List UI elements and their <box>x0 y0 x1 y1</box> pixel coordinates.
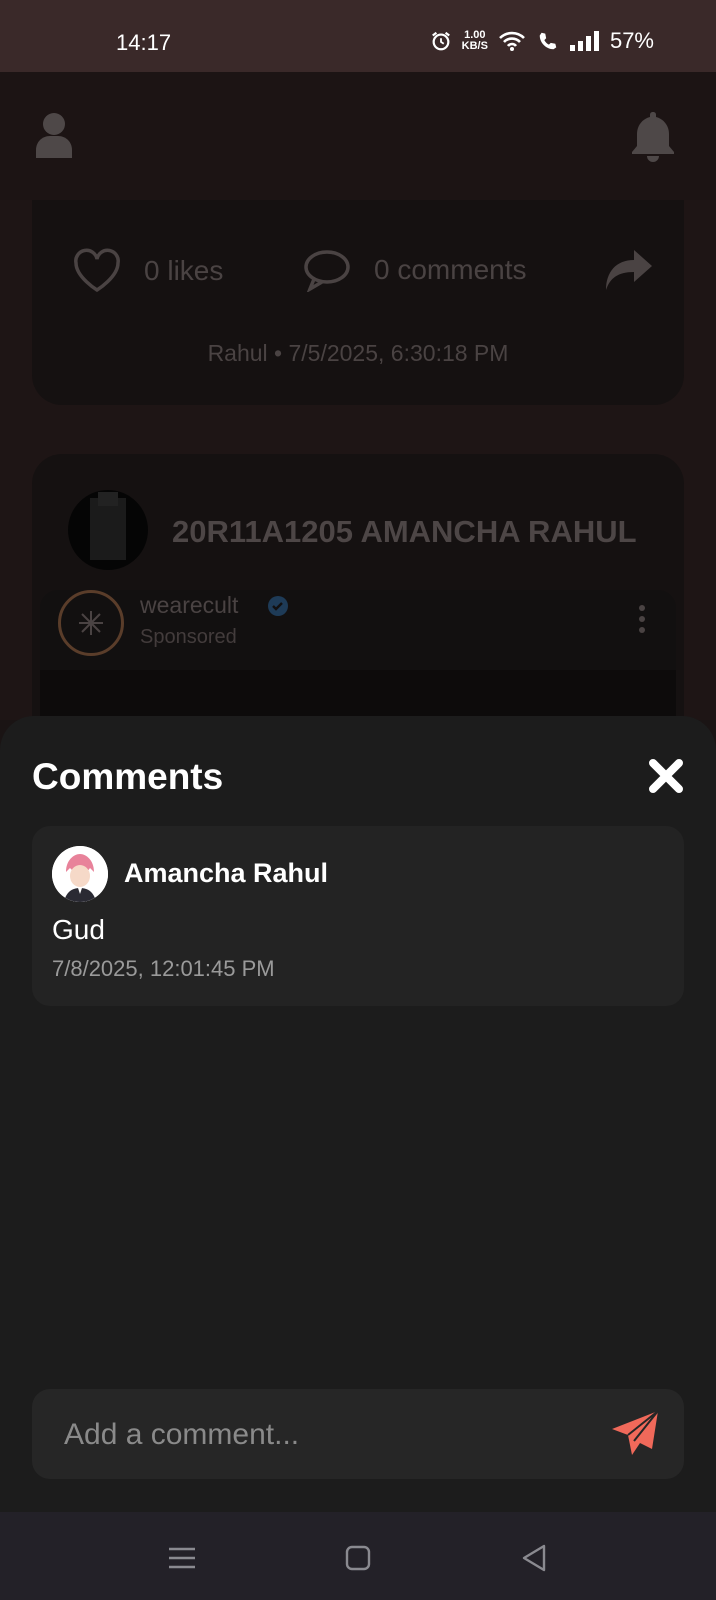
comment-input[interactable] <box>62 1409 586 1461</box>
signal-icon <box>569 31 599 51</box>
status-time: 14:17 <box>116 30 172 55</box>
battery-level: 57% <box>609 28 654 53</box>
share-icon[interactable] <box>604 248 654 292</box>
avatar-figure-icon <box>90 492 126 560</box>
author-avatar[interactable] <box>68 490 148 570</box>
home-icon[interactable] <box>340 1540 376 1576</box>
post-author: 20R11A1205 AMANCHA RAHUL <box>172 514 637 549</box>
comment-action[interactable]: 0 comments <box>302 248 527 292</box>
net-speed: 1.00 KB/S <box>462 30 488 52</box>
close-icon[interactable] <box>646 756 686 796</box>
comment-text: Gud <box>52 914 105 945</box>
sheet-title: Comments <box>32 756 224 797</box>
net-speed-unit: KB/S <box>461 40 488 52</box>
anime-avatar-icon <box>52 846 108 902</box>
more-options-icon[interactable] <box>638 604 646 634</box>
status-icons: 1.00 KB/S 57% <box>430 28 654 54</box>
status-bar: 14:17 1.00 KB/S 57% <box>0 0 716 72</box>
alarm-icon <box>431 31 450 51</box>
post-meta: Rahul • 7/5/2025, 6:30:18 PM <box>207 340 509 366</box>
cult-logo-icon <box>79 611 103 635</box>
app-header <box>0 72 716 202</box>
comment-input-container <box>32 1389 684 1479</box>
menu-icon[interactable] <box>164 1540 200 1576</box>
call-icon <box>539 32 557 50</box>
back-icon[interactable] <box>516 1540 552 1576</box>
like-action[interactable]: 0 likes <box>72 248 223 294</box>
commenter-avatar[interactable] <box>52 846 108 902</box>
ad-name[interactable]: wearecult <box>140 592 238 619</box>
system-nav-bar <box>0 1512 716 1600</box>
verified-icon <box>268 596 288 616</box>
likes-count: 0 likes <box>144 255 224 286</box>
commenter-name: Amancha Rahul <box>124 858 329 888</box>
comments-count: 0 comments <box>374 254 527 285</box>
wifi-icon <box>499 31 525 51</box>
comment-timestamp: 7/8/2025, 12:01:45 PM <box>52 956 275 981</box>
post-card-2: 20R11A1205 AMANCHA RAHUL wearecult Spons… <box>32 454 684 760</box>
profile-icon[interactable] <box>34 112 74 158</box>
post-card: 0 likes 0 comments Rahul • 7/5/2025, 6:3… <box>32 200 684 405</box>
bell-icon[interactable] <box>628 110 678 162</box>
comment-item: Amancha Rahul Gud 7/8/2025, 12:01:45 PM <box>32 826 684 1006</box>
comment-bubble-icon <box>304 250 350 292</box>
ad-sponsored-label: Sponsored <box>140 626 237 648</box>
send-icon[interactable] <box>610 1409 660 1459</box>
heart-icon <box>74 248 120 293</box>
ad-logo[interactable] <box>58 590 124 656</box>
